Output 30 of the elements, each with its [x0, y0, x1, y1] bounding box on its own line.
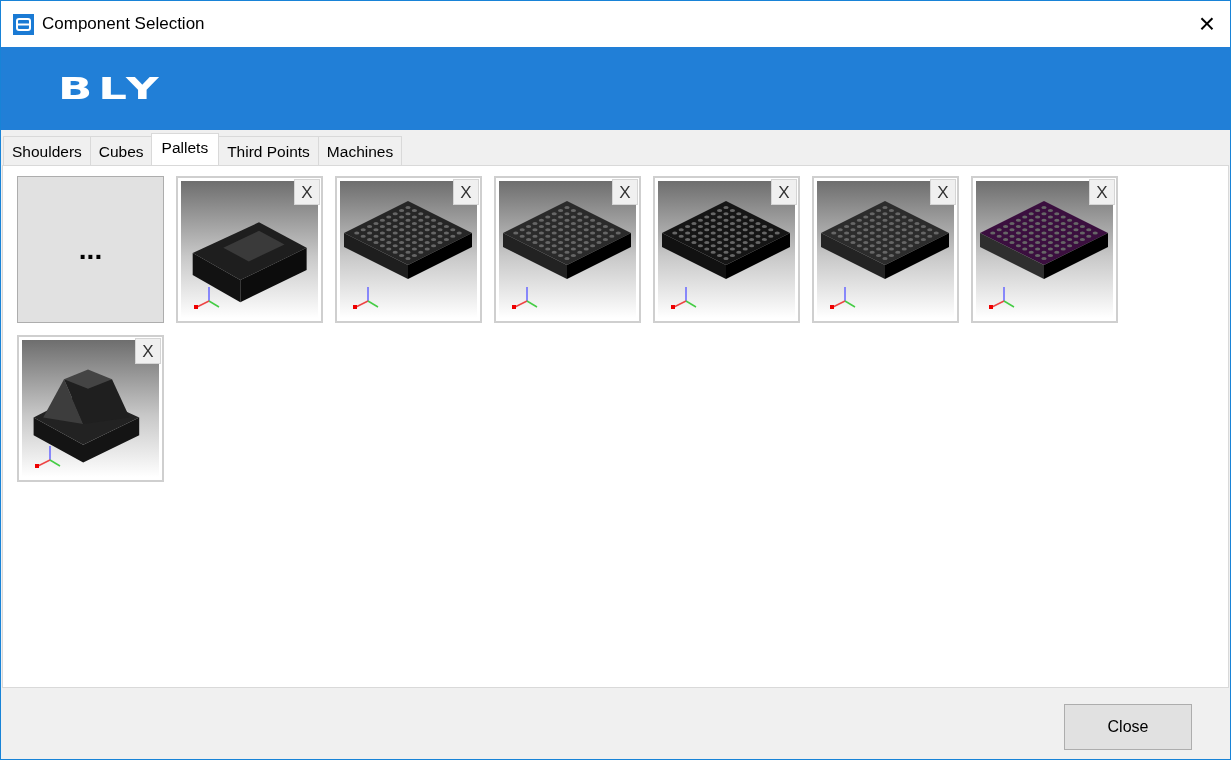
remove-button[interactable]: X: [771, 179, 797, 206]
tab[interactable]: Pallets: [150, 133, 220, 166]
component-thumbnail[interactable]: X: [653, 176, 800, 324]
remove-button[interactable]: X: [453, 179, 479, 206]
tab[interactable]: Shoulders: [3, 136, 91, 166]
axis-icon: [353, 286, 379, 310]
axis-icon: [830, 286, 856, 310]
component-thumbnail[interactable]: X: [494, 176, 641, 324]
component-thumbnail[interactable]: X: [812, 176, 959, 324]
axis-icon: [989, 286, 1015, 310]
axis-icon: [194, 286, 220, 310]
component-thumbnail[interactable]: X: [971, 176, 1118, 324]
remove-button[interactable]: X: [135, 338, 161, 365]
window-title: Component Selection: [42, 13, 205, 36]
component-thumbnail[interactable]: X: [335, 176, 482, 324]
add-component-button[interactable]: ...: [17, 176, 164, 324]
axis-icon: [35, 445, 61, 469]
logo: BLY: [58, 70, 165, 108]
component-thumbnail[interactable]: X: [17, 335, 164, 483]
remove-button[interactable]: X: [612, 179, 638, 206]
tab[interactable]: Machines: [317, 136, 403, 166]
component-thumbnail[interactable]: X: [176, 176, 323, 324]
axis-icon: [512, 286, 538, 310]
close-button[interactable]: ×: [1184, 1, 1230, 47]
remove-button[interactable]: X: [930, 179, 956, 206]
close-button[interactable]: Close: [1064, 704, 1192, 751]
axis-icon: [671, 286, 697, 310]
app-icon: [13, 13, 34, 35]
remove-button[interactable]: X: [1089, 179, 1115, 206]
remove-button[interactable]: X: [294, 179, 320, 206]
